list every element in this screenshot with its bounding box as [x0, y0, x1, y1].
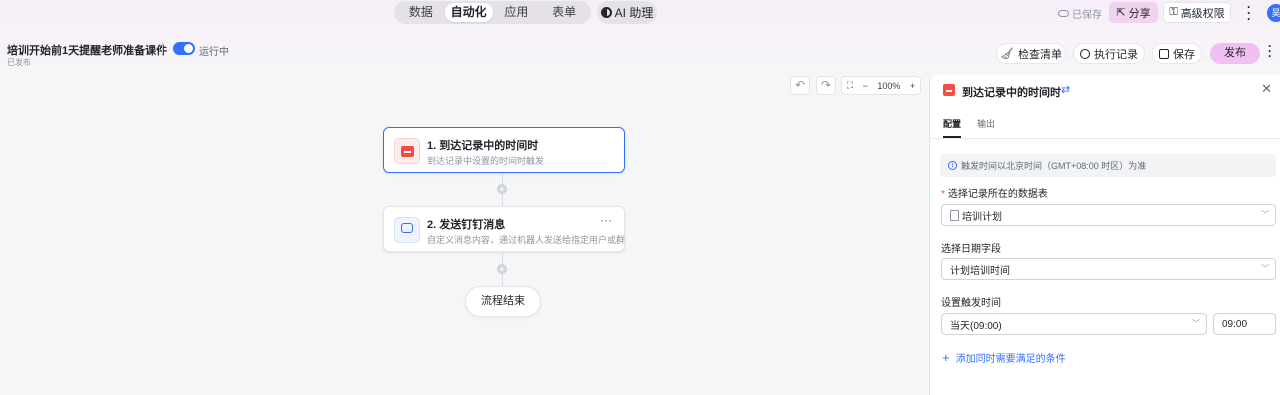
- saved-indicator: 已保存: [1058, 6, 1102, 21]
- title-divider: [162, 42, 163, 54]
- save-label: 保存: [1173, 48, 1195, 61]
- switch-trigger-icon[interactable]: ⇄: [1061, 83, 1070, 96]
- checklist-label: 检查清单: [1017, 48, 1062, 61]
- share-button[interactable]: ⇱ 分享: [1109, 2, 1158, 23]
- node-title: 2. 发送钉钉消息: [427, 219, 506, 231]
- date-select-value: 计划培训时间: [950, 265, 1010, 277]
- node-description: 自定义消息内容，通过机器人发送给指定用户或群: [427, 235, 626, 245]
- calendar-icon: [394, 138, 420, 164]
- trigger-time-value: 09:00: [1222, 318, 1248, 330]
- fit-view-icon[interactable]: ⛶: [847, 80, 853, 91]
- lock-icon: ⚿: [1169, 6, 1178, 18]
- history-icon: [1080, 48, 1090, 59]
- date-field-select[interactable]: 计划培训时间 ﹀: [941, 258, 1276, 280]
- timezone-note: i 触发时间以北京时间（GMT+08:00 时区）为准: [940, 154, 1276, 177]
- tab-apps[interactable]: 应用: [493, 3, 541, 22]
- checklist-icon: 🧹︎: [1000, 48, 1014, 60]
- save-button[interactable]: 保存: [1152, 43, 1202, 64]
- node-more-icon[interactable]: ···: [600, 213, 612, 227]
- panel-tabs: 配置 输出: [930, 111, 1280, 139]
- add-step-icon[interactable]: +: [497, 184, 507, 194]
- node-title: 1. 到达记录中的时间时: [427, 140, 539, 152]
- ai-icon: [600, 7, 612, 18]
- chevron-down-icon: ﹀: [1261, 264, 1269, 273]
- trigger-node[interactable]: 1. 到达记录中的时间时 到达记录中设置的时间时触发: [383, 127, 625, 173]
- table-select-value: 培训计划: [962, 211, 1002, 223]
- workflow-title[interactable]: 培训开始前1天提醒老师准备课件: [7, 42, 167, 58]
- date-field-label: 选择日期字段: [941, 244, 1001, 255]
- more-menu-icon[interactable]: · · ·: [1244, 1, 1254, 25]
- table-icon: [950, 209, 959, 221]
- zoom-level: 100%: [877, 80, 901, 91]
- advanced-permission-button[interactable]: ⚿ 高级权限: [1163, 2, 1231, 23]
- zoom-in-button[interactable]: +: [910, 81, 915, 91]
- trigger-time-label: 设置触发时间: [941, 298, 1001, 309]
- zoom-out-button[interactable]: −: [863, 81, 868, 91]
- ai-assistant-label: AI 助理: [614, 6, 654, 20]
- trigger-time-input[interactable]: 09:00: [1213, 313, 1276, 335]
- publish-button[interactable]: 发布: [1210, 43, 1260, 64]
- toolbar-more-icon[interactable]: · · ·: [1268, 40, 1278, 62]
- trigger-day-value: 当天(09:00): [950, 320, 1002, 332]
- tab-output[interactable]: 输出: [977, 117, 995, 130]
- config-panel: 到达记录中的时间时 ⇄ ✕ 配置 输出 i 触发时间以北京时间（GMT+08:0…: [929, 75, 1280, 395]
- redo-icon[interactable]: ↷: [816, 76, 836, 95]
- close-icon[interactable]: ✕: [1261, 81, 1272, 97]
- zoom-controls: ⛶ − 100% +: [841, 76, 921, 95]
- message-icon: [394, 217, 420, 243]
- info-icon: i: [948, 161, 957, 170]
- run-toggle[interactable]: [173, 42, 195, 55]
- permission-label: 高级权限: [1180, 7, 1225, 20]
- run-log-button[interactable]: 执行记录: [1073, 43, 1145, 64]
- saved-label: 已保存: [1072, 10, 1102, 21]
- checklist-button[interactable]: 🧹︎ 检查清单: [996, 43, 1066, 64]
- tab-data[interactable]: 数据: [397, 3, 445, 22]
- tab-automation[interactable]: 自动化: [444, 3, 493, 22]
- panel-title: 到达记录中的时间时: [962, 87, 1061, 99]
- undo-icon[interactable]: ↶: [790, 76, 810, 95]
- publish-status-label: 已发布: [7, 58, 31, 67]
- tab-config[interactable]: 配置: [943, 117, 962, 138]
- ai-assistant-button[interactable]: AI 助理: [597, 1, 657, 24]
- top-tab-switcher: 数据 自动化 应用 表单: [394, 1, 591, 24]
- chevron-down-icon: ﹀: [1261, 210, 1269, 219]
- trigger-day-select[interactable]: 当天(09:00) ﹀: [941, 313, 1207, 335]
- add-step-icon[interactable]: +: [497, 264, 507, 274]
- tab-forms[interactable]: 表单: [540, 3, 588, 22]
- share-label: 分享: [1128, 7, 1151, 20]
- action-node[interactable]: 2. 发送钉钉消息 自定义消息内容，通过机器人发送给指定用户或群 ···: [383, 206, 625, 252]
- save-icon: [1159, 48, 1169, 59]
- calendar-icon: [943, 84, 955, 96]
- cloud-icon: [1058, 10, 1069, 17]
- add-condition-label: 添加同时需要满足的条件: [955, 354, 1066, 365]
- node-description: 到达记录中设置的时间时触发: [427, 156, 545, 166]
- table-field-label: * 选择记录所在的数据表: [941, 189, 1048, 200]
- chevron-down-icon: ﹀: [1192, 319, 1200, 328]
- timezone-note-text: 触发时间以北京时间（GMT+08:00 时区）为准: [961, 161, 1147, 171]
- share-icon: ⇱: [1116, 7, 1126, 19]
- avatar[interactable]: 吴: [1267, 4, 1280, 22]
- run-log-label: 执行记录: [1094, 48, 1138, 61]
- top-bar: 数据 自动化 应用 表单 AI 助理 已保存 ⇱ 分享 ⚿ 高级权限 · · · 吴: [0, 0, 1280, 26]
- flow-end-node: 流程结束: [465, 286, 541, 317]
- add-condition-button[interactable]: + 添加同时需要满足的条件: [942, 350, 1066, 365]
- run-status-label: 运行中: [199, 47, 229, 58]
- plus-icon: +: [942, 350, 950, 365]
- table-select[interactable]: 培训计划 ﹀: [941, 204, 1276, 226]
